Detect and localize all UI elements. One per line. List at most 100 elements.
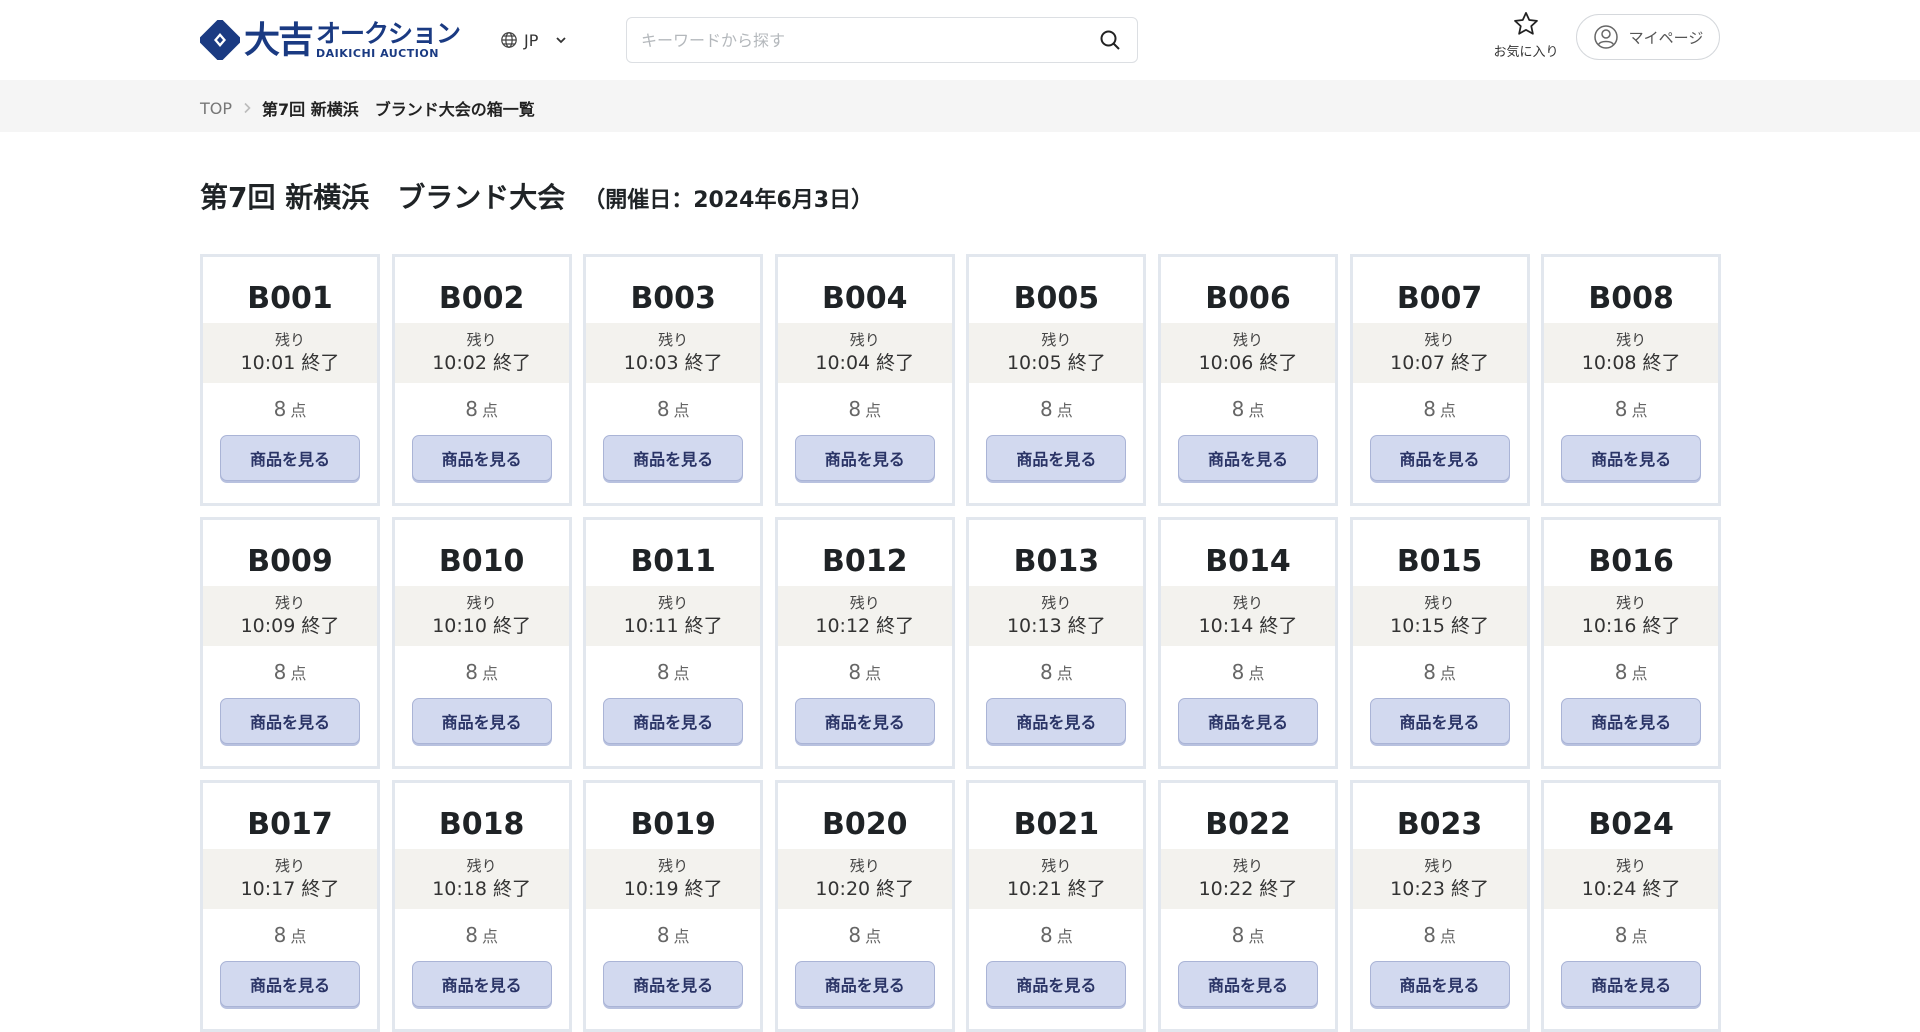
box-card: B015 残り 10:15 終了 8 点商品を見る	[1349, 517, 1530, 769]
view-items-button[interactable]: 商品を見る	[1369, 961, 1510, 1007]
remaining-label: 残り	[466, 594, 497, 612]
favorites-link[interactable]: お気に入り	[1486, 10, 1566, 64]
end-time: 10:10 終了	[432, 615, 531, 637]
view-items-button[interactable]: 商品を見る	[1177, 698, 1318, 744]
box-card: B022 残り 10:22 終了 8 点商品を見る	[1157, 780, 1338, 1032]
remaining-time: 残り 10:09 終了	[203, 586, 377, 646]
mypage-button[interactable]: マイページ	[1576, 14, 1720, 60]
item-count-value: 8	[465, 397, 478, 421]
view-items-button[interactable]: 商品を見る	[220, 698, 360, 744]
item-count-value: 8	[1423, 397, 1436, 421]
view-items-button[interactable]: 商品を見る	[986, 435, 1127, 481]
search-button[interactable]	[1097, 27, 1123, 53]
box-card: B024 残り 10:24 終了 8 点商品を見る	[1541, 780, 1722, 1032]
box-card: B002 残り 10:02 終了 8 点商品を見る	[391, 254, 572, 506]
remaining-label: 残り	[658, 857, 689, 875]
item-count-unit: 点	[1439, 401, 1456, 420]
item-count-value: 8	[1614, 660, 1628, 684]
box-grid: B001 残り 10:01 終了 8 点商品を見る B002 残り 10:02 終了 8 点商品を…	[200, 254, 1722, 1032]
end-time: 10:20 終了	[815, 878, 915, 900]
search-icon	[1100, 30, 1120, 50]
view-items-button[interactable]: 商品を見る	[1369, 698, 1510, 744]
remaining-label: 残り	[1041, 594, 1072, 612]
item-count: 8点	[657, 921, 690, 949]
end-time: 10:24 終了	[1581, 878, 1681, 900]
language-selector[interactable]: JP	[500, 28, 568, 52]
item-count-unit: 点	[1248, 401, 1265, 420]
view-items-button[interactable]: 商品を見る	[1561, 961, 1702, 1007]
view-items-button[interactable]: 商品を見る	[603, 961, 744, 1007]
view-items-button[interactable]: 商品を見る	[794, 961, 935, 1007]
end-time: 10:15 終了	[1390, 615, 1489, 637]
end-time: 10:08 終了	[1581, 352, 1681, 374]
breadcrumb-top-link[interactable]: TOP	[200, 99, 232, 118]
view-items-button[interactable]: 商品を見る	[1561, 435, 1702, 481]
remaining-time: 残り 10:20 終了	[777, 849, 952, 909]
view-items-button[interactable]: 商品を見る	[1561, 698, 1702, 744]
language-label: JP	[524, 30, 539, 50]
box-code: B002	[438, 281, 525, 316]
view-items-button[interactable]: 商品を見る	[220, 435, 360, 481]
item-count-value: 8	[1614, 923, 1628, 947]
item-count: 8点	[1040, 658, 1073, 686]
box-card: B019 残り 10:19 終了 8 点商品を見る	[583, 780, 764, 1032]
item-count-unit: 点	[1631, 401, 1648, 420]
item-count: 8点	[465, 395, 498, 423]
box-card: B003 残り 10:03 終了 8 点商品を見る	[583, 254, 764, 506]
remaining-time: 残り 10:06 終了	[1160, 323, 1335, 383]
item-count: 8点	[657, 395, 690, 423]
view-items-button[interactable]: 商品を見る	[1177, 961, 1318, 1007]
view-items-button[interactable]: 商品を見る	[603, 435, 744, 481]
box-card: B021 残り 10:21 終了 8 点商品を見る	[966, 780, 1147, 1032]
item-count-unit: 点	[1248, 927, 1265, 946]
box-card: B018 残り 10:18 終了 8 点商品を見る	[391, 780, 572, 1032]
remaining-time: 残り 10:23 終了	[1352, 849, 1527, 909]
view-items-button[interactable]: 商品を見る	[220, 961, 360, 1007]
view-items-button[interactable]: 商品を見る	[603, 698, 744, 744]
box-card: B009 残り 10:09 終了 8 点商品を見る	[200, 517, 380, 769]
view-items-button[interactable]: 商品を見る	[1369, 435, 1510, 481]
view-items-button[interactable]: 商品を見る	[986, 698, 1127, 744]
end-time: 10:02 終了	[432, 352, 531, 374]
box-card: B005 残り 10:05 終了 8 点商品を見る	[966, 254, 1147, 506]
end-time: 10:05 終了	[1006, 352, 1106, 374]
item-count-unit: 点	[290, 664, 307, 683]
item-count-value: 8	[848, 397, 862, 421]
view-items-button[interactable]: 商品を見る	[411, 435, 552, 481]
remaining-time: 残り 10:17 終了	[203, 849, 377, 909]
view-items-button[interactable]: 商品を見る	[794, 435, 935, 481]
remaining-label: 残り	[274, 331, 305, 349]
view-items-button[interactable]: 商品を見る	[794, 698, 935, 744]
end-time: 10:01 終了	[240, 352, 340, 374]
view-items-button[interactable]: 商品を見る	[411, 961, 552, 1007]
remaining-time: 残り 10:18 終了	[394, 849, 569, 909]
remaining-label: 残り	[1424, 594, 1455, 612]
item-count-unit: 点	[673, 927, 690, 946]
box-code: B008	[1588, 281, 1674, 316]
item-count: 8点	[1232, 395, 1265, 423]
end-time: 10:21 終了	[1006, 878, 1106, 900]
site-header: 大吉 オークション DAIKICHI AUCTION JP キーワードから探す …	[0, 0, 1920, 80]
box-code: B014	[1205, 544, 1291, 579]
mypage-label: マイページ	[1628, 28, 1704, 47]
item-count-unit: 点	[1439, 664, 1456, 683]
end-time: 10:16 終了	[1581, 615, 1681, 637]
item-count-unit: 点	[290, 927, 307, 946]
view-items-button[interactable]: 商品を見る	[411, 698, 552, 744]
remaining-time: 残り 10:10 終了	[394, 586, 569, 646]
box-card: B017 残り 10:17 終了 8 点商品を見る	[200, 780, 380, 1032]
item-count-value: 8	[1040, 660, 1053, 684]
logo-mark-icon	[198, 18, 242, 62]
search-input[interactable]	[641, 30, 1097, 50]
remaining-time: 残り 10:22 終了	[1160, 849, 1335, 909]
box-code: B010	[438, 544, 525, 579]
item-count-unit: 点	[1056, 927, 1073, 946]
item-count-value: 8	[273, 397, 287, 421]
box-code: B013	[1013, 544, 1100, 579]
site-logo[interactable]: 大吉 オークション DAIKICHI AUCTION	[198, 18, 461, 62]
box-code: B018	[438, 807, 525, 842]
view-items-button[interactable]: 商品を見る	[986, 961, 1127, 1007]
view-items-button[interactable]: 商品を見る	[1177, 435, 1318, 481]
box-code: B017	[247, 807, 333, 842]
remaining-label: 残り	[1041, 857, 1072, 875]
